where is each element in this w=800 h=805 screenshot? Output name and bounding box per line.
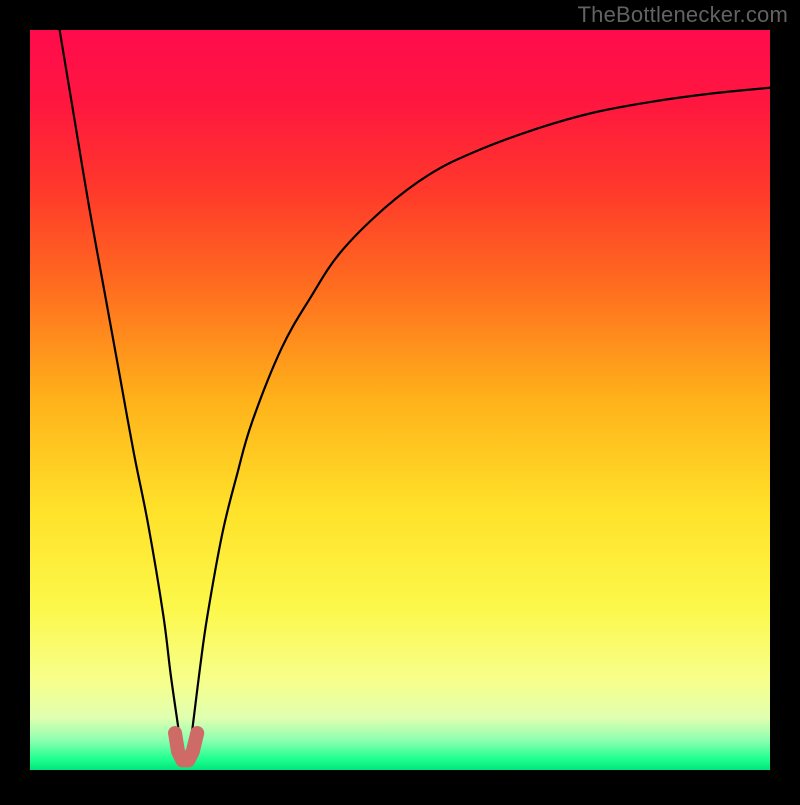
plot-background — [30, 30, 770, 770]
bottleneck-chart — [0, 0, 800, 800]
watermark-text: TheBottlenecker.com — [578, 2, 788, 28]
chart-frame: TheBottlenecker.com — [0, 0, 800, 800]
